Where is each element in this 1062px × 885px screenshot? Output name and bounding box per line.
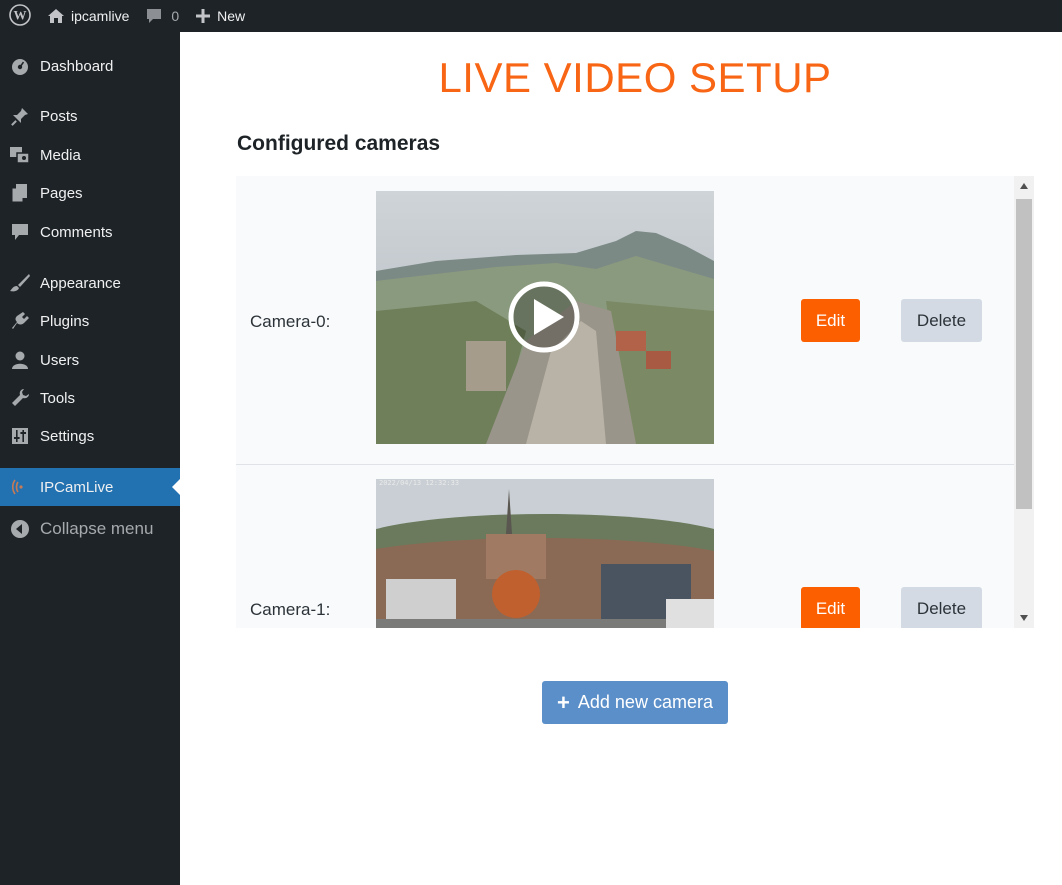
sidebar-item-label: Users — [40, 351, 80, 369]
collapse-menu-button[interactable]: Collapse menu — [0, 512, 180, 546]
home-icon — [47, 8, 65, 24]
wordpress-logo-icon: W — [9, 3, 31, 29]
broadcast-icon — [0, 477, 40, 497]
sidebar-item-posts[interactable]: Posts — [0, 99, 180, 133]
plugin-icon — [0, 311, 40, 331]
sidebar-item-comments[interactable]: Comments — [0, 215, 180, 249]
site-name-link[interactable]: ipcamlive — [39, 0, 137, 32]
camera-timestamp: 2022/04/13 12:32:33 — [379, 479, 460, 487]
dashboard-icon — [0, 56, 40, 76]
new-label: New — [217, 8, 246, 24]
sidebar-item-label: Dashboard — [40, 57, 114, 75]
wrench-icon — [0, 388, 40, 408]
sidebar-item-appearance[interactable]: Appearance — [0, 266, 180, 300]
edit-camera-button[interactable]: Edit — [801, 299, 860, 342]
list-scrollbar[interactable] — [1014, 176, 1034, 628]
sidebar-item-dashboard[interactable]: Dashboard — [0, 49, 180, 83]
main-content: LIVE VIDEO SETUP Configured cameras Came… — [180, 32, 1062, 885]
section-title: Configured cameras — [237, 132, 441, 155]
comments-count: 0 — [171, 8, 180, 24]
new-content-link[interactable]: New — [187, 0, 253, 32]
svg-text:W: W — [14, 7, 27, 22]
sidebar-item-label: Appearance — [40, 274, 121, 292]
sidebar-item-label: Plugins — [40, 312, 90, 330]
plus-icon: + — [557, 689, 570, 715]
delete-camera-button[interactable]: Delete — [901, 587, 982, 628]
pin-icon — [0, 106, 40, 126]
admin-bar: W ipcamlive 0 New — [0, 0, 1062, 32]
edit-camera-button[interactable]: Edit — [801, 587, 860, 628]
sidebar-item-label: Posts — [40, 107, 78, 125]
wordpress-logo-button[interactable]: W — [1, 0, 39, 32]
sidebar-item-label: Collapse menu — [40, 519, 154, 538]
camera-label: Camera-1: — [250, 600, 331, 619]
comments-link[interactable]: 0 — [137, 0, 187, 32]
page-title: LIVE VIDEO SETUP — [438, 54, 832, 101]
sidebar-item-label: Pages — [40, 184, 83, 202]
camera-thumbnail[interactable] — [376, 191, 714, 444]
sidebar-item-label: Comments — [40, 223, 113, 241]
sidebar-item-label: IPCamLive — [40, 478, 114, 496]
sidebar-item-tools[interactable]: Tools — [0, 381, 180, 415]
add-new-camera-button[interactable]: + Add new camera — [542, 681, 728, 724]
sidebar-item-label: Media — [40, 146, 81, 164]
scroll-down-arrow-icon[interactable] — [1014, 608, 1034, 628]
admin-sidebar: Dashboard Posts Media Pages Comments App… — [0, 32, 180, 885]
add-camera-label: Add new camera — [577, 692, 713, 712]
scroll-up-arrow-icon[interactable] — [1014, 176, 1034, 196]
settings-icon — [0, 426, 40, 446]
camera-row: Camera-0: Edit Delete — [236, 176, 1014, 464]
user-icon — [0, 350, 40, 370]
camera-row: Camera-1: 2022/04/13 12:32:33 Edit Delet… — [236, 464, 1014, 628]
camera-thumbnail[interactable]: 2022/04/13 12:32:33 — [376, 479, 714, 628]
comment-icon — [0, 222, 40, 242]
sidebar-item-label: Settings — [40, 427, 95, 445]
sidebar-item-settings[interactable]: Settings — [0, 419, 180, 453]
scrollbar-thumb[interactable] — [1016, 199, 1032, 509]
sidebar-item-label: Tools — [40, 389, 76, 407]
sidebar-item-pages[interactable]: Pages — [0, 176, 180, 210]
plus-icon — [195, 8, 211, 24]
brush-icon — [0, 273, 40, 293]
sidebar-item-users[interactable]: Users — [0, 343, 180, 377]
comment-bubble-icon — [145, 8, 163, 25]
site-name: ipcamlive — [71, 8, 130, 24]
camera-label: Camera-0: — [250, 312, 331, 331]
media-icon — [0, 145, 40, 165]
camera-list[interactable]: Camera-0: Edit Delete Camera-1: 2022/04/… — [236, 176, 1034, 628]
sidebar-item-media[interactable]: Media — [0, 138, 180, 172]
collapse-icon — [0, 519, 40, 539]
delete-camera-button[interactable]: Delete — [901, 299, 982, 342]
pages-icon — [0, 183, 40, 203]
sidebar-item-ipcamlive[interactable]: IPCamLive — [0, 468, 180, 506]
sidebar-item-plugins[interactable]: Plugins — [0, 304, 180, 338]
